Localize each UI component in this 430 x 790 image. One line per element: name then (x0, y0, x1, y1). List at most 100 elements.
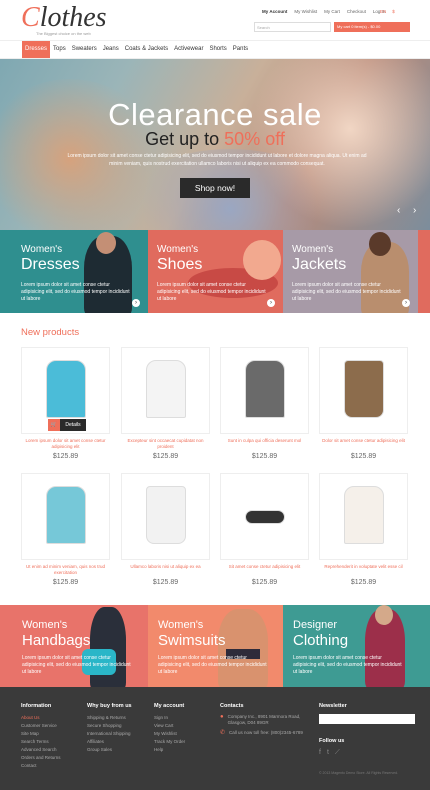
arrow-right-icon[interactable]: › (402, 299, 410, 307)
banner-small-title: Women's (158, 619, 204, 631)
footer-link[interactable]: Track My Order (154, 738, 185, 746)
model-head (375, 605, 393, 625)
promo-jackets[interactable]: Women's Jackets Lorem ipsum dolor sit am… (283, 230, 418, 313)
contact-address: ● Company Inc., 8901 Marmora Road, Glasgo… (220, 714, 310, 726)
product-image[interactable] (220, 347, 309, 434)
nav-item-jeans[interactable]: Jeans (100, 41, 122, 58)
social-icons: f t ⟋ (319, 749, 415, 757)
product-price: $125.89 (251, 579, 278, 586)
product-name[interactable]: Reprehenderit in voluptate velit esse ci… (319, 564, 408, 578)
footer-link[interactable]: International Shipping (87, 730, 132, 738)
twitter-icon[interactable]: t (327, 749, 329, 757)
slider-next-icon[interactable]: › (413, 205, 416, 216)
newsletter-email-input[interactable] (319, 714, 415, 724)
footer-heading: Information (21, 703, 52, 709)
my-cart-link[interactable]: My Cart (324, 9, 340, 14)
banner-text: Lorem ipsum dolor sit amet conse ctetur … (158, 655, 267, 675)
details-button[interactable]: 🛒 Details (48, 419, 86, 431)
footer: Information About Us Customer Service Site… (0, 687, 430, 790)
product-card[interactable]: Ullamco laboris nisi ut aliquip ex ea $12… (121, 473, 210, 586)
banner-swimsuits[interactable]: Women's Swimsuits Lorem ipsum dolor sit … (148, 605, 283, 687)
footer-link[interactable]: About Us (21, 714, 61, 722)
checkout-link[interactable]: Checkout (347, 9, 366, 14)
product-card[interactable]: Sunt in culpa qui officia deserunt mol $1… (220, 347, 309, 460)
product-image[interactable] (121, 473, 210, 560)
arrow-right-icon[interactable]: › (267, 299, 275, 307)
footer-link[interactable]: Orders and Returns (21, 754, 61, 762)
footer-link[interactable]: Help (154, 746, 185, 754)
product-image[interactable] (319, 473, 408, 560)
phone-icon: ✆ (220, 730, 226, 736)
footer-heading: Newsletter (319, 703, 347, 709)
footer-link[interactable]: Site Map (21, 730, 61, 738)
product-image[interactable] (220, 473, 309, 560)
footer-link[interactable]: Customer Service (21, 722, 61, 730)
footer-link[interactable]: My Wishlist (154, 730, 185, 738)
page: Clothes The Biggest choice on the web My… (0, 0, 430, 790)
nav-item-tops[interactable]: Tops (50, 41, 69, 58)
model-head (96, 232, 116, 254)
slider-prev-icon[interactable]: ‹ (397, 205, 400, 216)
nav-item-activewear[interactable]: Activewear (171, 41, 206, 58)
product-name[interactable]: Sunt in culpa qui officia deserunt mol (220, 438, 309, 452)
nav-item-shorts[interactable]: Shorts (206, 41, 229, 58)
product-card[interactable]: Reprehenderit in voluptate velit esse ci… (319, 473, 408, 586)
product-name[interactable]: Dolor sit amet conse ctetur adipisicing … (319, 438, 408, 452)
product-card[interactable]: Excepteur sint occaecat cupidatat non pr… (121, 347, 210, 460)
footer-link[interactable]: Search Terms (21, 738, 61, 746)
hero-slider: Clearance sale Get up to 50% off Lorem i… (0, 59, 430, 230)
address-text: Company Inc., 8901 Marmora Road, Glasgow… (227, 714, 301, 725)
product-image[interactable] (319, 347, 408, 434)
footer-link[interactable]: Sign In (154, 714, 185, 722)
search-input[interactable]: Search (254, 22, 331, 32)
nav-item-pants[interactable]: Pants (230, 41, 251, 58)
hero-subtitle: Get up to 50% off (0, 129, 430, 150)
footer-link[interactable]: Secure Shopping (87, 722, 132, 730)
details-label: Details (65, 422, 81, 428)
logo[interactable]: Clothes (21, 3, 107, 33)
product-card[interactable]: 🛒 Details Lorem ipsum dolor sit amet conse… (21, 347, 110, 460)
banner-small-title: Women's (22, 619, 68, 631)
promo-shoes[interactable]: Women's Shoes Lorem ipsum dolor sit amet… (148, 230, 283, 313)
my-account-link[interactable]: My Account (262, 9, 287, 14)
product-image[interactable] (21, 473, 110, 560)
footer-link[interactable]: Contact (21, 762, 61, 770)
footer-link[interactable]: Group Sales (87, 746, 132, 754)
language-select[interactable]: EN (380, 9, 386, 14)
my-wishlist-link[interactable]: My Wishlist (294, 9, 317, 14)
footer-link[interactable]: Advanced Search (21, 746, 61, 754)
product-name[interactable]: Lorem ipsum dolor sit amet conse ctetur … (21, 438, 110, 452)
promo-big-title: Shoes (157, 256, 203, 273)
new-products-section: New products 🛒 Details Lorem ipsum dolor s… (0, 313, 430, 586)
product-name[interactable]: Sit amet conse ctetur adipisicing elit (220, 564, 309, 578)
nav-item-dresses[interactable]: Dresses (22, 41, 51, 58)
shop-now-button[interactable]: Shop now! (180, 178, 250, 198)
arrow-right-icon[interactable]: › (132, 299, 140, 307)
cart-icon[interactable]: 🛒 (48, 419, 60, 431)
product-card[interactable]: Ut enim ad minim veniam, quis nos trud e… (21, 473, 110, 586)
hero-text: Lorem ipsum dolor sit amet conse ctetur … (67, 153, 367, 167)
section-title: New products (21, 327, 80, 338)
product-image[interactable]: 🛒 Details (21, 347, 110, 434)
promo-dresses[interactable]: Women's Dresses Lorem ipsum dolor sit am… (12, 230, 148, 313)
cart-button[interactable]: My cart 0 item(s) - $0.00 (334, 22, 410, 32)
banner-handbags[interactable]: Women's Handbags Lorem ipsum dolor sit a… (12, 605, 148, 687)
banner-edge (418, 605, 430, 687)
footer-link[interactable]: View Cart (154, 722, 185, 730)
nav-item-sweaters[interactable]: Sweaters (69, 41, 100, 58)
product-name[interactable]: Excepteur sint occaecat cupidatat non pr… (121, 438, 210, 452)
product-image[interactable] (121, 347, 210, 434)
nav-item-coats-jackets[interactable]: Coats & Jackets (122, 41, 171, 58)
facebook-icon[interactable]: f (319, 749, 321, 757)
footer-link[interactable]: Shipping & Returns (87, 714, 132, 722)
footer-link[interactable]: Affiliates (87, 738, 132, 746)
product-name[interactable]: Ut enim ad minim veniam, quis nos trud e… (21, 564, 110, 578)
product-name[interactable]: Ullamco laboris nisi ut aliquip ex ea (121, 564, 210, 578)
product-card[interactable]: Dolor sit amet conse ctetur adipisicing … (319, 347, 408, 460)
product-card[interactable]: Sit amet conse ctetur adipisicing elit $1… (220, 473, 309, 586)
logo-initial: C (21, 2, 40, 33)
currency-select[interactable]: $ (392, 9, 395, 14)
banner-designer-clothing[interactable]: Designer Clothing Lorem ipsum dolor sit … (283, 605, 418, 687)
banner-big-title: Clothing (293, 632, 349, 649)
rss-icon[interactable]: ⟋ (335, 749, 340, 757)
